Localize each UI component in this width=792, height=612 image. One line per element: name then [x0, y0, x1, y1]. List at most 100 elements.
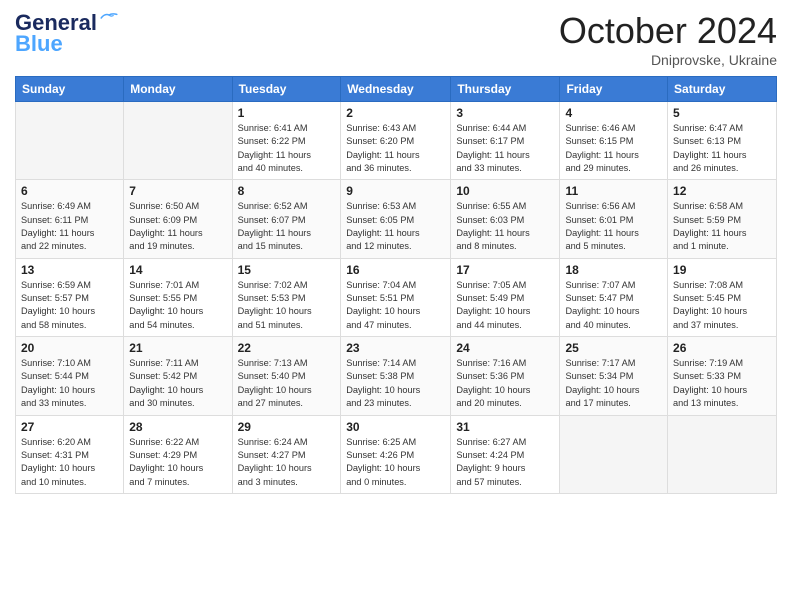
day-number: 3: [456, 106, 554, 120]
weekday-header-saturday: Saturday: [668, 77, 777, 102]
day-info: Sunrise: 6:43 AM Sunset: 6:20 PM Dayligh…: [346, 122, 445, 175]
weekday-header-friday: Friday: [560, 77, 668, 102]
day-number: 23: [346, 341, 445, 355]
day-info: Sunrise: 7:05 AM Sunset: 5:49 PM Dayligh…: [456, 279, 554, 332]
calendar-cell: 31Sunrise: 6:27 AM Sunset: 4:24 PM Dayli…: [451, 415, 560, 493]
logo-bird-icon: [100, 12, 118, 24]
day-number: 8: [238, 184, 336, 198]
calendar-cell: 7 Sunrise: 6:50 AM Sunset: 6:09 PM Daylig…: [124, 180, 232, 258]
day-number: 31: [456, 420, 554, 434]
calendar-week-2: 6 Sunrise: 6:49 AM Sunset: 6:11 PM Daylig…: [16, 180, 777, 258]
day-info: Sunrise: 6:41 AM Sunset: 6:22 PM Dayligh…: [238, 122, 336, 175]
header: General Blue October 2024 Dniprovske, Uk…: [15, 10, 777, 68]
day-number: 1: [238, 106, 336, 120]
logo-blue: Blue: [15, 31, 63, 57]
calendar-cell: [16, 102, 124, 180]
day-number: 17: [456, 263, 554, 277]
weekday-header-thursday: Thursday: [451, 77, 560, 102]
day-number: 26: [673, 341, 771, 355]
day-info: Sunrise: 6:50 AM Sunset: 6:09 PM Dayligh…: [129, 200, 226, 253]
weekday-header-sunday: Sunday: [16, 77, 124, 102]
day-info: Sunrise: 7:13 AM Sunset: 5:40 PM Dayligh…: [238, 357, 336, 410]
day-number: 12: [673, 184, 771, 198]
day-info: Sunrise: 6:52 AM Sunset: 6:07 PM Dayligh…: [238, 200, 336, 253]
weekday-header-row: SundayMondayTuesdayWednesdayThursdayFrid…: [16, 77, 777, 102]
day-info: Sunrise: 7:16 AM Sunset: 5:36 PM Dayligh…: [456, 357, 554, 410]
calendar-cell: 24Sunrise: 7:16 AM Sunset: 5:36 PM Dayli…: [451, 337, 560, 415]
calendar-cell: 3 Sunrise: 6:44 AM Sunset: 6:17 PM Daylig…: [451, 102, 560, 180]
calendar-cell: 28Sunrise: 6:22 AM Sunset: 4:29 PM Dayli…: [124, 415, 232, 493]
day-info: Sunrise: 6:53 AM Sunset: 6:05 PM Dayligh…: [346, 200, 445, 253]
day-info: Sunrise: 6:44 AM Sunset: 6:17 PM Dayligh…: [456, 122, 554, 175]
day-info: Sunrise: 7:17 AM Sunset: 5:34 PM Dayligh…: [565, 357, 662, 410]
day-number: 22: [238, 341, 336, 355]
calendar-table: SundayMondayTuesdayWednesdayThursdayFrid…: [15, 76, 777, 494]
day-info: Sunrise: 6:56 AM Sunset: 6:01 PM Dayligh…: [565, 200, 662, 253]
calendar-cell: 2Sunrise: 6:43 AM Sunset: 6:20 PM Daylig…: [341, 102, 451, 180]
day-info: Sunrise: 7:19 AM Sunset: 5:33 PM Dayligh…: [673, 357, 771, 410]
day-number: 7: [129, 184, 226, 198]
calendar-cell: 21Sunrise: 7:11 AM Sunset: 5:42 PM Dayli…: [124, 337, 232, 415]
calendar-cell: 18 Sunrise: 7:07 AM Sunset: 5:47 PM Dayli…: [560, 258, 668, 336]
calendar-cell: 6 Sunrise: 6:49 AM Sunset: 6:11 PM Daylig…: [16, 180, 124, 258]
day-number: 20: [21, 341, 118, 355]
day-info: Sunrise: 7:10 AM Sunset: 5:44 PM Dayligh…: [21, 357, 118, 410]
day-number: 19: [673, 263, 771, 277]
weekday-header-tuesday: Tuesday: [232, 77, 341, 102]
weekday-header-wednesday: Wednesday: [341, 77, 451, 102]
calendar-cell: [560, 415, 668, 493]
calendar-cell: 23 Sunrise: 7:14 AM Sunset: 5:38 PM Dayli…: [341, 337, 451, 415]
calendar-cell: 30 Sunrise: 6:25 AM Sunset: 4:26 PM Dayli…: [341, 415, 451, 493]
day-info: Sunrise: 6:25 AM Sunset: 4:26 PM Dayligh…: [346, 436, 445, 489]
day-info: Sunrise: 7:14 AM Sunset: 5:38 PM Dayligh…: [346, 357, 445, 410]
calendar-cell: 8 Sunrise: 6:52 AM Sunset: 6:07 PM Daylig…: [232, 180, 341, 258]
calendar-cell: 16Sunrise: 7:04 AM Sunset: 5:51 PM Dayli…: [341, 258, 451, 336]
day-info: Sunrise: 6:24 AM Sunset: 4:27 PM Dayligh…: [238, 436, 336, 489]
calendar-cell: 11 Sunrise: 6:56 AM Sunset: 6:01 PM Dayli…: [560, 180, 668, 258]
calendar-cell: [668, 415, 777, 493]
calendar-cell: 12 Sunrise: 6:58 AM Sunset: 5:59 PM Dayli…: [668, 180, 777, 258]
calendar-cell: 5 Sunrise: 6:47 AM Sunset: 6:13 PM Daylig…: [668, 102, 777, 180]
day-info: Sunrise: 7:04 AM Sunset: 5:51 PM Dayligh…: [346, 279, 445, 332]
calendar-cell: 14Sunrise: 7:01 AM Sunset: 5:55 PM Dayli…: [124, 258, 232, 336]
day-number: 5: [673, 106, 771, 120]
day-number: 18: [565, 263, 662, 277]
day-info: Sunrise: 6:59 AM Sunset: 5:57 PM Dayligh…: [21, 279, 118, 332]
day-number: 9: [346, 184, 445, 198]
day-info: Sunrise: 6:20 AM Sunset: 4:31 PM Dayligh…: [21, 436, 118, 489]
day-info: Sunrise: 6:47 AM Sunset: 6:13 PM Dayligh…: [673, 122, 771, 175]
calendar-cell: 15Sunrise: 7:02 AM Sunset: 5:53 PM Dayli…: [232, 258, 341, 336]
calendar-cell: 20 Sunrise: 7:10 AM Sunset: 5:44 PM Dayli…: [16, 337, 124, 415]
day-info: Sunrise: 7:01 AM Sunset: 5:55 PM Dayligh…: [129, 279, 226, 332]
day-number: 6: [21, 184, 118, 198]
calendar-week-3: 13Sunrise: 6:59 AM Sunset: 5:57 PM Dayli…: [16, 258, 777, 336]
calendar-week-4: 20 Sunrise: 7:10 AM Sunset: 5:44 PM Dayli…: [16, 337, 777, 415]
day-info: Sunrise: 7:08 AM Sunset: 5:45 PM Dayligh…: [673, 279, 771, 332]
day-number: 11: [565, 184, 662, 198]
day-info: Sunrise: 6:22 AM Sunset: 4:29 PM Dayligh…: [129, 436, 226, 489]
day-number: 10: [456, 184, 554, 198]
weekday-header-monday: Monday: [124, 77, 232, 102]
day-number: 29: [238, 420, 336, 434]
calendar-week-5: 27 Sunrise: 6:20 AM Sunset: 4:31 PM Dayli…: [16, 415, 777, 493]
day-info: Sunrise: 6:55 AM Sunset: 6:03 PM Dayligh…: [456, 200, 554, 253]
day-info: Sunrise: 7:07 AM Sunset: 5:47 PM Dayligh…: [565, 279, 662, 332]
logo: General Blue: [15, 10, 118, 57]
calendar-cell: 19 Sunrise: 7:08 AM Sunset: 5:45 PM Dayli…: [668, 258, 777, 336]
day-info: Sunrise: 6:49 AM Sunset: 6:11 PM Dayligh…: [21, 200, 118, 253]
calendar-cell: 17 Sunrise: 7:05 AM Sunset: 5:49 PM Dayli…: [451, 258, 560, 336]
day-number: 27: [21, 420, 118, 434]
calendar-cell: 29 Sunrise: 6:24 AM Sunset: 4:27 PM Dayli…: [232, 415, 341, 493]
day-info: Sunrise: 6:46 AM Sunset: 6:15 PM Dayligh…: [565, 122, 662, 175]
day-number: 25: [565, 341, 662, 355]
calendar-cell: 9 Sunrise: 6:53 AM Sunset: 6:05 PM Daylig…: [341, 180, 451, 258]
calendar-cell: 13Sunrise: 6:59 AM Sunset: 5:57 PM Dayli…: [16, 258, 124, 336]
calendar-cell: 4Sunrise: 6:46 AM Sunset: 6:15 PM Daylig…: [560, 102, 668, 180]
day-info: Sunrise: 6:58 AM Sunset: 5:59 PM Dayligh…: [673, 200, 771, 253]
day-number: 30: [346, 420, 445, 434]
calendar-cell: [124, 102, 232, 180]
title-block: October 2024 Dniprovske, Ukraine: [559, 10, 777, 68]
day-number: 21: [129, 341, 226, 355]
day-info: Sunrise: 7:02 AM Sunset: 5:53 PM Dayligh…: [238, 279, 336, 332]
calendar-cell: 10 Sunrise: 6:55 AM Sunset: 6:03 PM Dayli…: [451, 180, 560, 258]
